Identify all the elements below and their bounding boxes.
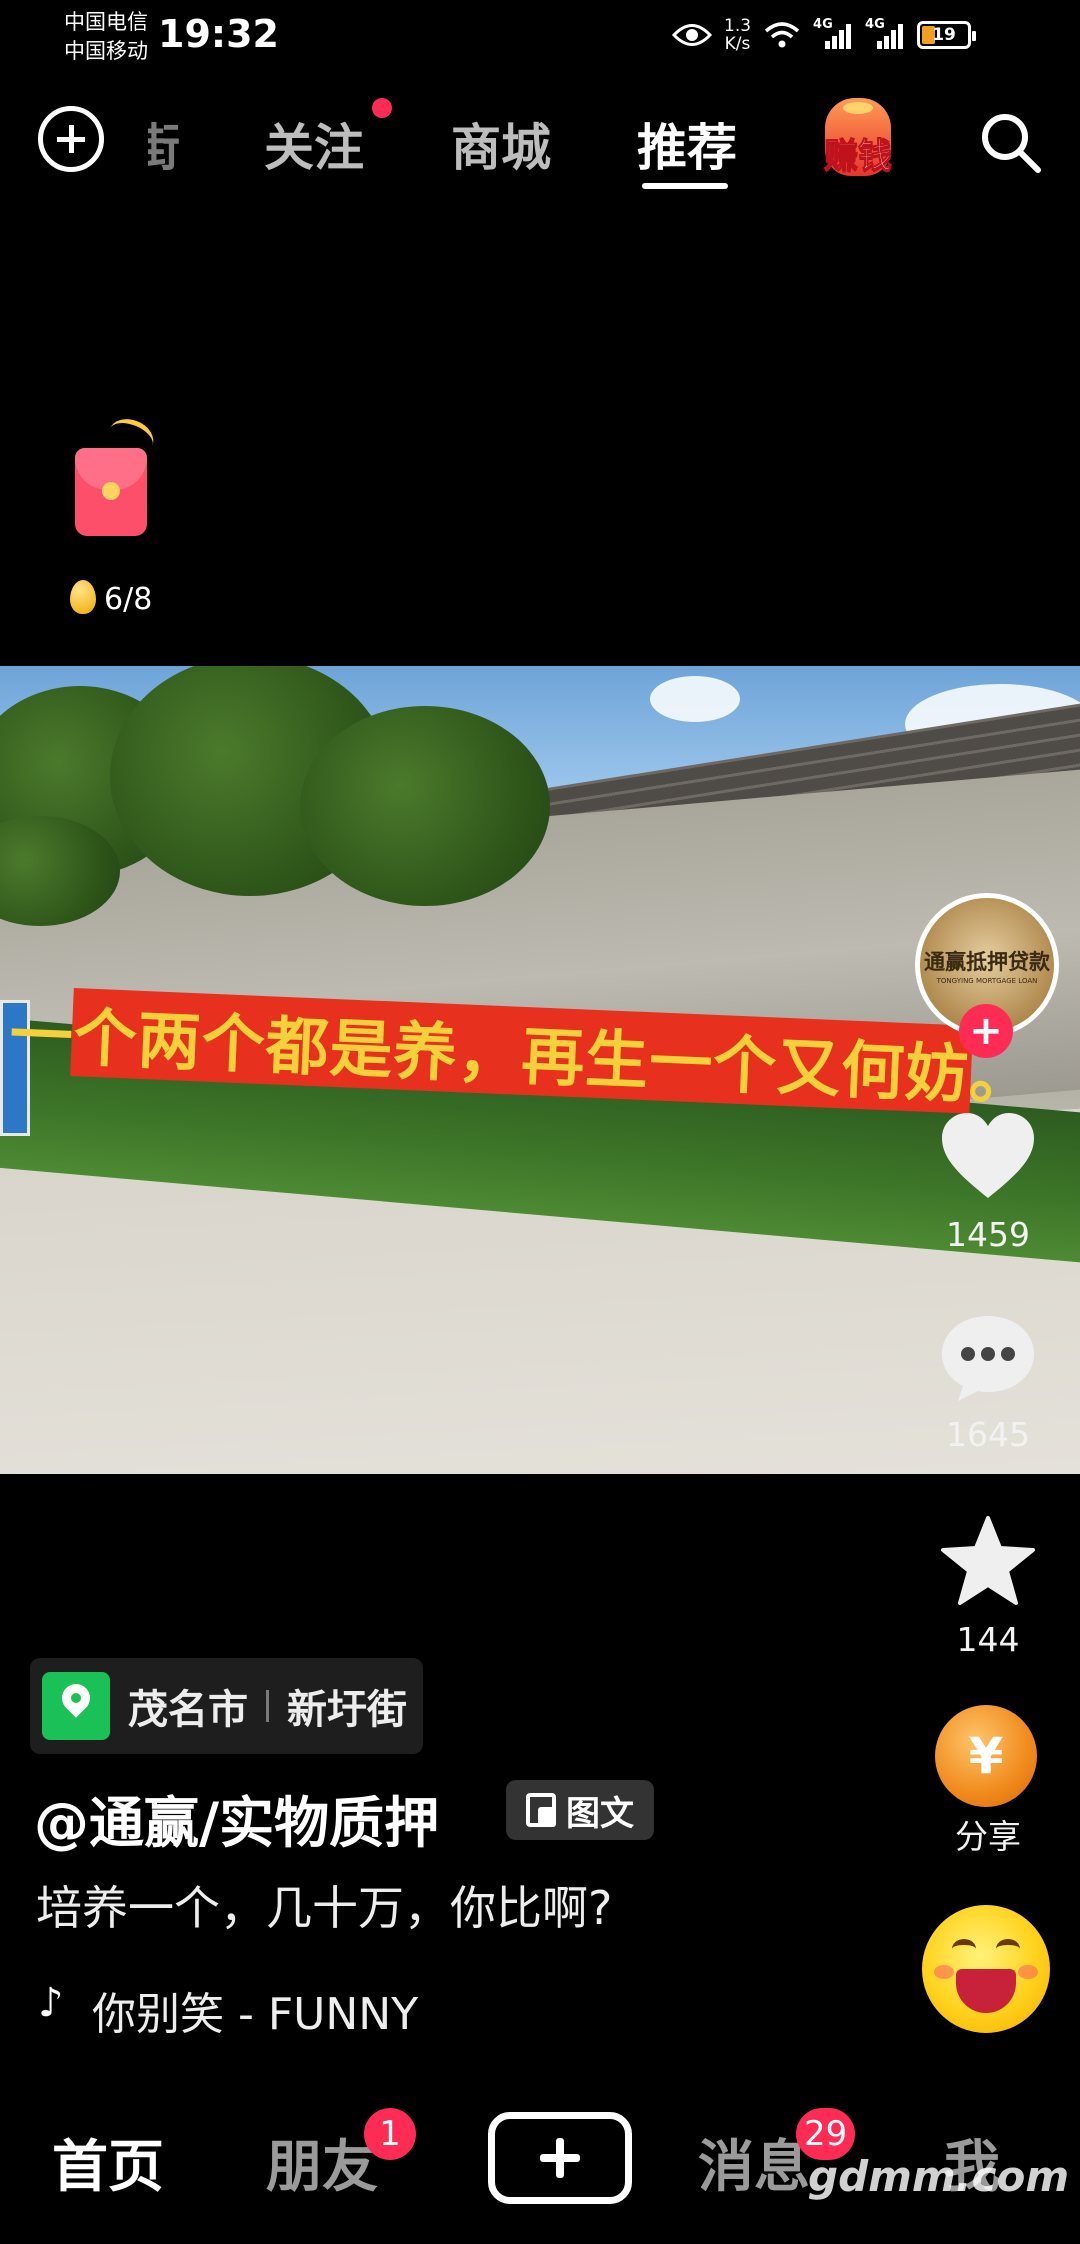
author-name[interactable]: @通赢/实物质押	[34, 1778, 439, 1858]
red-packet-icon[interactable]	[75, 448, 147, 536]
status-time: 19:32	[158, 12, 279, 56]
like-icon[interactable]	[938, 1110, 1038, 1202]
signal-1-icon: 4G	[813, 17, 853, 51]
watermark: gdmm.com	[808, 2152, 1070, 2201]
music-title[interactable]: 你别笑 - FUNNY	[92, 1978, 418, 2042]
battery-level: 19	[932, 25, 956, 45]
post-type-tag: 图文	[506, 1780, 654, 1840]
gallery-icon	[526, 1793, 556, 1827]
nav-messages[interactable]: 消息	[698, 2122, 810, 2203]
post-description[interactable]: 培养一个，几十万，你比啊?	[36, 1872, 612, 1938]
notification-dot	[372, 98, 392, 118]
nav-home[interactable]: 首页	[52, 2122, 164, 2203]
avatar-brand-text: 通赢抵押贷款	[924, 949, 1050, 974]
follow-button[interactable]: +	[959, 1004, 1013, 1058]
earn-label: 赚钱	[824, 136, 893, 177]
network-speed: 1.3 K/s	[724, 16, 752, 54]
create-post-button[interactable]	[488, 2112, 632, 2204]
share-label[interactable]: 分享	[928, 1810, 1048, 1858]
signal-2-icon: 4G	[865, 17, 905, 51]
favorite-star-icon[interactable]	[940, 1515, 1036, 1607]
tab-recommend[interactable]: 推荐	[637, 108, 737, 180]
post-image[interactable]: 一个两个都是养，再生一个又何妨。	[0, 666, 1080, 1474]
wifi-icon	[764, 22, 800, 48]
tab-mall[interactable]: 商城	[451, 108, 551, 180]
location-tag[interactable]: 茂名市 新圩街	[30, 1658, 423, 1754]
favorite-count: 144	[956, 1620, 1020, 1659]
friends-badge: 1	[364, 2108, 416, 2160]
active-tab-indicator	[642, 183, 728, 189]
carrier-labels: 中国电信 中国移动	[64, 8, 148, 66]
gold-egg-icon	[70, 580, 96, 614]
comment-icon[interactable]	[938, 1312, 1038, 1404]
battery-icon: 19	[917, 21, 977, 49]
carrier-1: 中国电信	[64, 10, 148, 34]
tab-partial[interactable]: 街	[148, 108, 184, 180]
location-pin-icon	[42, 1672, 110, 1740]
tab-following[interactable]: 关注	[264, 108, 364, 180]
avatar-brand-subtext: TONGYING MORTGAGE LOAN	[936, 976, 1038, 985]
location-street: 新圩街	[287, 1687, 407, 1733]
yuan-symbol: ¥	[968, 1727, 1004, 1785]
status-icons: 1.3 K/s 4G 4G 19	[672, 10, 977, 60]
earn-money-button[interactable]: 赚钱	[815, 98, 901, 177]
search-icon[interactable]	[978, 110, 1042, 174]
music-note-icon: ♪	[38, 1980, 64, 2026]
post-type-label: 图文	[566, 1793, 634, 1834]
location-divider	[266, 1690, 269, 1722]
location-city: 茂名市	[128, 1687, 248, 1733]
comment-count: 1645	[946, 1415, 1030, 1454]
eye-icon	[672, 24, 712, 46]
carrier-2: 中国移动	[64, 39, 148, 63]
laughing-emoji-icon[interactable]	[922, 1905, 1050, 2033]
share-coin-icon[interactable]: ¥	[935, 1705, 1037, 1807]
nav-friends[interactable]: 朋友	[266, 2122, 378, 2203]
like-count: 1459	[946, 1215, 1030, 1254]
reward-progress: 6/8	[104, 582, 153, 617]
add-icon[interactable]	[38, 106, 104, 172]
